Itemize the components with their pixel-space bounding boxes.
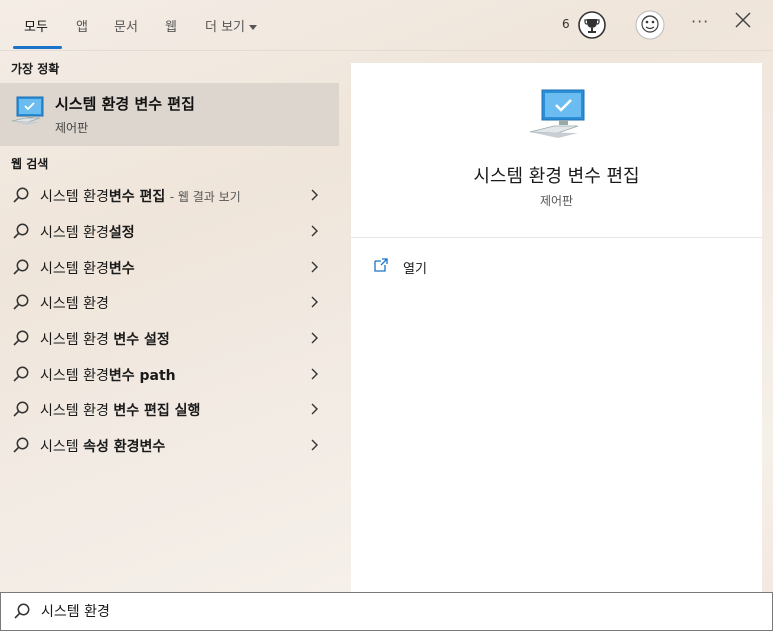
- profile-avatar-icon[interactable]: [635, 10, 665, 40]
- close-icon[interactable]: [733, 10, 753, 30]
- tab-more-label: 더 보기: [205, 20, 246, 35]
- web-results-hint: - 웹 결과 보기: [169, 190, 241, 204]
- chevron-right-icon[interactable]: [307, 331, 321, 345]
- chevron-right-icon[interactable]: [307, 224, 321, 238]
- web-search-item[interactable]: 시스템 환경: [0, 284, 339, 320]
- web-search-heading: 웹 검색: [11, 157, 49, 171]
- web-search-item[interactable]: 시스템 환경변수 편집 - 웹 결과 보기: [0, 177, 339, 213]
- best-match-subtitle: 제어판: [55, 121, 89, 135]
- detail-divider: [351, 237, 762, 238]
- tab-more[interactable]: 더 보기: [205, 16, 258, 35]
- rewards-points: 6: [562, 17, 570, 31]
- search-icon: [13, 223, 29, 239]
- rewards-trophy-icon[interactable]: [577, 10, 607, 40]
- web-search-item-label: 시스템 속성 환경변수: [40, 439, 166, 455]
- web-search-item[interactable]: 시스템 환경 변수 편집 실행: [0, 391, 339, 427]
- web-search-item-label: 시스템 환경: [40, 296, 109, 312]
- detail-title: 시스템 환경 변수 편집: [473, 166, 640, 187]
- web-search-item-label: 시스템 환경 변수 설정: [40, 332, 170, 348]
- search-bar: [0, 592, 773, 631]
- tab-all[interactable]: 모두: [24, 16, 48, 35]
- search-input[interactable]: [41, 599, 741, 623]
- best-match-item[interactable]: 시스템 환경 변수 편집 제어판: [0, 83, 339, 146]
- chevron-right-icon[interactable]: [307, 438, 321, 452]
- search-icon: [13, 259, 29, 275]
- search-icon: [13, 437, 29, 453]
- web-search-item-label: 시스템 환경변수 path: [40, 368, 176, 384]
- tab-web[interactable]: 웹: [165, 16, 177, 35]
- web-search-item-label: 시스템 환경변수: [40, 261, 135, 277]
- tab-documents[interactable]: 문서: [114, 16, 138, 35]
- search-icon: [13, 294, 29, 310]
- system-settings-app-icon: [529, 89, 585, 138]
- search-icon: [13, 187, 29, 203]
- open-icon: [374, 258, 388, 272]
- chevron-right-icon[interactable]: [307, 402, 321, 416]
- search-icon: [13, 401, 29, 417]
- search-icon: [13, 330, 29, 346]
- web-search-item[interactable]: 시스템 환경변수 path: [0, 356, 339, 392]
- ellipsis-icon[interactable]: ···: [691, 12, 709, 31]
- best-match-heading: 가장 정확: [11, 62, 60, 76]
- detail-panel: 시스템 환경 변수 편집 제어판 열기: [351, 63, 762, 592]
- chevron-right-icon[interactable]: [307, 260, 321, 274]
- system-settings-app-icon: [11, 96, 44, 125]
- chevron-right-icon[interactable]: [307, 295, 321, 309]
- detail-subtitle: 제어판: [539, 194, 574, 208]
- web-search-item[interactable]: 시스템 환경변수: [0, 249, 339, 285]
- open-action-label: 열기: [403, 262, 427, 277]
- web-search-item-label: 시스템 환경 변수 편집 실행: [40, 403, 201, 419]
- search-icon: [13, 366, 29, 382]
- tab-apps[interactable]: 앱: [76, 16, 88, 35]
- chevron-right-icon[interactable]: [307, 367, 321, 381]
- chevron-down-icon: [249, 25, 258, 30]
- web-search-item[interactable]: 시스템 환경설정: [0, 213, 339, 249]
- web-search-item[interactable]: 시스템 속성 환경변수: [0, 427, 339, 463]
- web-search-item[interactable]: 시스템 환경 변수 설정: [0, 320, 339, 356]
- active-tab-indicator: [13, 46, 62, 49]
- top-bar: 모두 앱 문서 웹 더 보기 6 ···: [0, 0, 773, 51]
- web-search-item-label: 시스템 환경설정: [40, 225, 135, 241]
- search-icon: [14, 603, 30, 619]
- chevron-right-icon[interactable]: [307, 188, 321, 202]
- web-search-item-label: 시스템 환경변수 편집 - 웹 결과 보기: [40, 189, 241, 205]
- best-match-title: 시스템 환경 변수 편집: [55, 95, 195, 113]
